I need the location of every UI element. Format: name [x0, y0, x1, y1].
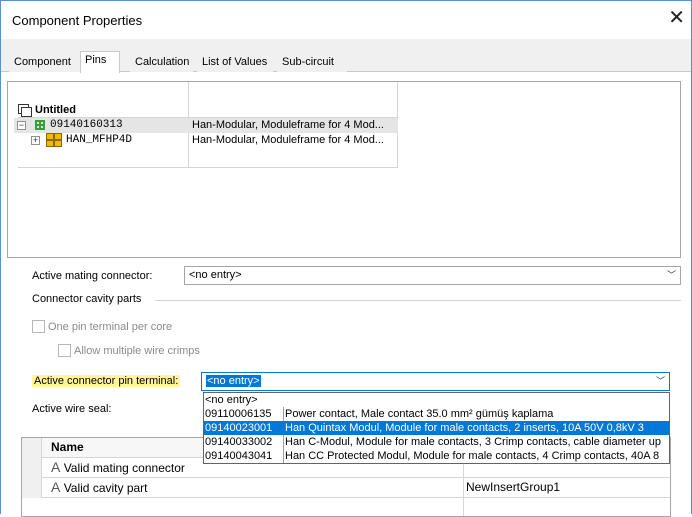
pin-group-icon [46, 133, 62, 152]
active-pin-terminal-combo[interactable]: <no entry> ﹀ [201, 372, 670, 391]
close-icon[interactable]: ✕ [668, 8, 685, 28]
tab-strip: Component Pins Calculation List of Value… [1, 51, 691, 73]
pin-terminal-dropdown-list[interactable]: <no entry> 09110006135 Power contact, Ma… [203, 392, 670, 464]
attribute-icon: A [51, 459, 61, 475]
collapse-icon[interactable]: − [17, 121, 26, 130]
active-mating-connector-label: Active mating connector: [32, 270, 153, 282]
dropdown-item-description: Han CC Protected Modul, Module for male … [285, 450, 660, 462]
active-mating-connector-combo[interactable]: <no entry> ﹀ [184, 266, 681, 285]
dropdown-item-code: 09110006135 [205, 408, 272, 420]
tab-calculation-label: Calculation [135, 56, 190, 68]
pin-tree[interactable]: Untitled − 09140160313 Han-Modular, Modu… [7, 81, 681, 258]
grid-row-header [22, 458, 42, 478]
tab-list-of-values-label: List of Values [202, 56, 268, 68]
title-bar: Component Properties ✕ [1, 1, 691, 39]
active-mating-connector-value: <no entry> [189, 269, 242, 281]
component-properties-dialog: Component Properties ✕ Component Pins Ca… [0, 0, 692, 517]
dropdown-item[interactable]: 09110006135 Power contact, Male contact … [204, 407, 669, 421]
tab-sub-circuit-label: Sub-circuit [282, 56, 334, 68]
dropdown-item-description: Power contact, Male contact 35.0 mm² güm… [285, 408, 554, 420]
dropdown-item-description: Han C-Modul, Module for male contacts, 3… [285, 436, 661, 448]
chevron-down-icon[interactable]: ﹀ [667, 267, 676, 284]
dropdown-item-code: 09140043041 [205, 450, 273, 462]
active-wire-seal-label: Active wire seal: [32, 403, 112, 415]
grid-row-name: A Valid mating connector [51, 458, 185, 478]
tab-pins[interactable]: Pins [80, 51, 120, 73]
tab-component[interactable]: Component [9, 53, 80, 72]
tree-item-description: Han-Modular, Moduleframe for 4 Mod... [192, 119, 384, 131]
dropdown-item[interactable]: <no entry> [204, 393, 669, 407]
tree-item-row[interactable]: − 09140160313 Han-Modular, Moduleframe f… [14, 118, 398, 133]
tree-item-row[interactable]: + HAN_MFHP4D Han-Modular, Moduleframe fo… [14, 133, 398, 148]
grid-row-header [22, 438, 42, 458]
dropdown-item-code: 09140033002 [205, 436, 273, 448]
one-pin-terminal-checkbox[interactable] [32, 320, 45, 333]
dropdown-item-selected[interactable]: 09140023001 Han Quintax Modul, Module fo… [204, 421, 669, 435]
tree-item-description: Han-Modular, Moduleframe for 4 Mod... [192, 134, 384, 146]
grid-row-name: A Valid cavity part [51, 478, 148, 498]
tree-item-name: HAN_MFHP4D [66, 134, 133, 146]
grid-row-value[interactable]: NewInsertGroup1 [466, 478, 560, 497]
tab-pins-label: Pins [85, 54, 107, 66]
group-divider [155, 300, 681, 301]
grid-header-name: Name [51, 440, 84, 454]
attribute-icon: A [51, 479, 61, 495]
allow-multiple-crimps-checkbox[interactable] [58, 344, 71, 357]
dialog-title: Component Properties [12, 13, 143, 28]
dropdown-item-code: 09140023001 [205, 422, 273, 434]
tab-component-label: Component [14, 56, 71, 68]
grid-row[interactable]: A Valid cavity part NewInsertGroup1 [22, 478, 670, 498]
expand-icon[interactable]: + [31, 136, 40, 145]
tab-sub-circuit[interactable]: Sub-circuit [277, 53, 347, 72]
dropdown-item-description: Han Quintax Modul, Module for male conta… [285, 422, 644, 434]
dropdown-item[interactable]: 09140033002 Han C-Modul, Module for male… [204, 435, 669, 449]
tree-root-label: Untitled [35, 104, 76, 116]
tab-calculation[interactable]: Calculation [130, 53, 193, 72]
tab-list-of-values[interactable]: List of Values [197, 53, 273, 72]
chevron-down-icon[interactable]: ﹀ [656, 373, 665, 390]
grid-row-name-text: Valid mating connector [63, 461, 185, 475]
active-pin-terminal-value: <no entry> [206, 375, 261, 387]
dropdown-item[interactable]: 09140043041 Han CC Protected Modul, Modu… [204, 449, 669, 463]
grid-row-header [22, 478, 42, 498]
active-pin-terminal-label: Active connector pin terminal: [32, 375, 181, 387]
one-pin-terminal-label: One pin terminal per core [48, 321, 173, 333]
grid-row-name-text: Valid cavity part [63, 481, 148, 495]
dropdown-item-code: <no entry> [205, 394, 258, 406]
tree-item-name: 09140160313 [50, 119, 123, 131]
allow-multiple-crimps-label: Allow multiple wire crimps [74, 345, 200, 357]
connector-cavity-parts-label: Connector cavity parts [32, 293, 142, 305]
